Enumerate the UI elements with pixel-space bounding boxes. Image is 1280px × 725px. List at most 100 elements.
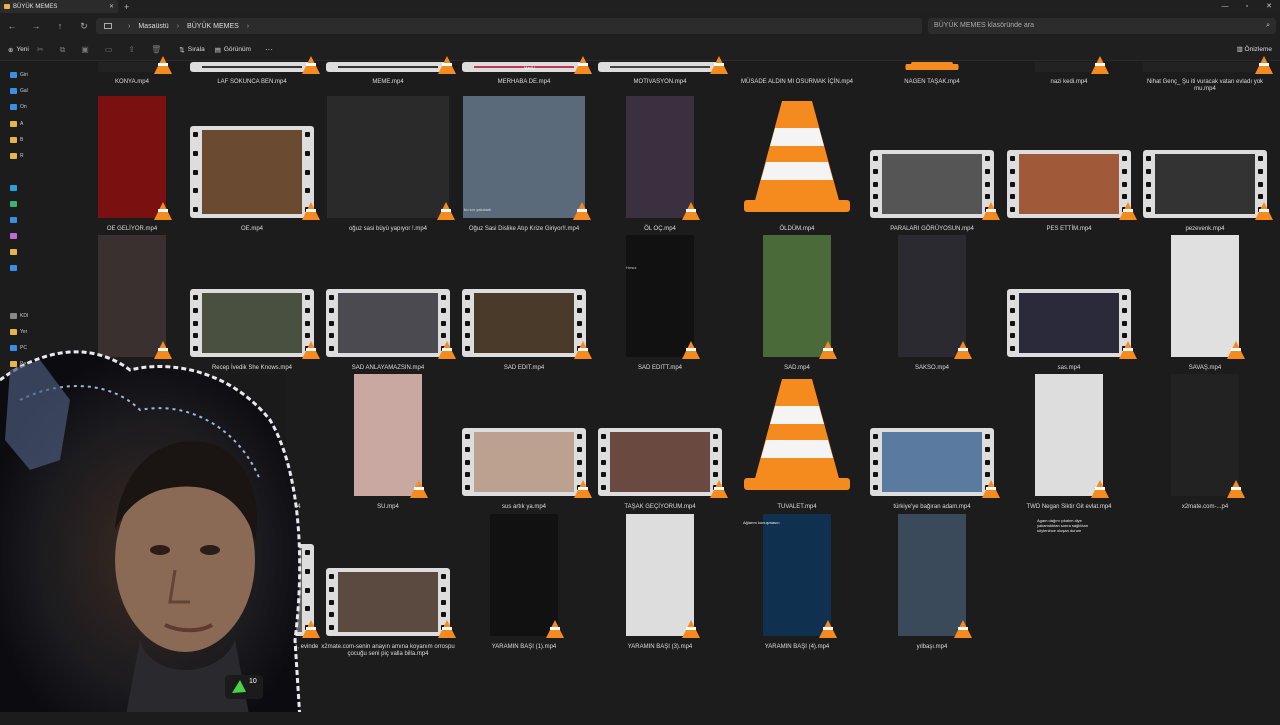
video-thumbnail [598,428,722,496]
video-thumbnail [870,428,994,496]
tab-buyuk-memes[interactable]: BÜYÜK MEMES ✕ [0,0,118,13]
video-thumbnail [898,235,966,357]
video-thumbnail [490,514,558,636]
file-name: MÜSADE ALDIN MI OSURMAK İÇİN.mp4 [740,79,854,85]
film-strip-holes [305,132,311,212]
preview-icon: ▥ [1236,46,1243,53]
folder-icon [10,88,17,94]
sidebar-item[interactable] [0,228,20,244]
delete-icon[interactable]: 🗑 [151,45,161,54]
file-name: SU.mp4 [377,504,399,510]
close-window-button[interactable]: ✕ [1258,0,1280,13]
sidebar-item[interactable]: Giri [0,67,28,83]
new-button[interactable]: Yeni [16,46,28,53]
view-button[interactable]: Görünüm [224,46,251,53]
breadcrumb-desktop[interactable]: Masaüstü [138,23,168,30]
chevron-right-icon: › [128,22,131,30]
sidebar-item[interactable]: KDI [0,308,28,324]
file-name: Nihat Genç_ Şu iti vuracak vatan evladı … [1146,79,1264,92]
title-bar: BÜYÜK MEMES ✕ + — ▫ ✕ [0,0,1280,13]
sidebar-item[interactable] [0,244,20,260]
sidebar-item[interactable]: B [0,132,23,148]
file-name: TWD Negan Siktir Git evlat.mp4 [1026,504,1112,510]
new-tab-button[interactable]: + [124,2,129,12]
sort-button[interactable]: Sırala [188,46,205,53]
thumbnail-caption: Agam dağım çıkalım diye yakamdıktan sonr… [1037,518,1088,533]
back-icon[interactable]: ← [0,21,24,31]
video-thumbnail [1143,62,1267,72]
cut-icon[interactable]: ✂ [37,45,44,54]
folder-icon [4,4,10,9]
vlc-cone-icon [1119,202,1137,220]
file-name: Oğuz Sasi Dislike Atıp Krize Giriyor!!.m… [468,226,580,232]
thumbnail-frame [882,154,982,214]
thumbnail-frame [202,66,302,68]
sidebar-item[interactable]: A [0,116,23,132]
vlc-cone-icon [438,620,456,638]
vlc-cone-icon [682,202,700,220]
breadcrumb[interactable]: › Masaüstü › BÜYÜK MEMES › [96,18,922,34]
sidebar-item[interactable] [0,180,20,196]
file-name: TUVALET.mp4 [777,504,817,510]
sidebar-item-label: R [20,153,24,159]
vlc-cone-icon [154,56,172,74]
film-strip-holes [1146,156,1152,212]
thumbnail-caption: Hırsız [626,265,637,270]
thumbnail-frame [338,572,438,632]
maximize-button[interactable]: ▫ [1236,0,1258,13]
film-strip-holes [465,434,471,490]
file-name: SAD EDITT.mp4 [637,365,682,371]
up-icon[interactable]: ↑ [48,21,72,31]
copy-icon[interactable]: ⧉ [60,45,66,55]
search-input[interactable]: BÜYÜK MEMES klasöründe ara ⌕ [928,18,1276,34]
video-thumbnail [870,150,994,218]
video-thumbnail [626,514,694,636]
search-icon: ⌕ [1266,22,1270,29]
thumbnail-caption: bu sırı yakaladı [464,207,492,212]
sidebar-item[interactable]: Gal [0,83,28,99]
video-thumbnail [354,374,422,496]
file-name: TAŞAK GEÇİYORUM.mp4 [624,504,696,510]
sidebar-item[interactable]: On [0,99,27,115]
minimize-button[interactable]: — [1214,0,1236,13]
file-name: yılbaşı.mp4 [916,644,948,650]
more-options-button[interactable]: ··· [265,45,273,54]
folder-icon [10,153,17,159]
thumbnail-frame [338,293,438,353]
film-strip-holes [193,132,199,212]
paste-icon[interactable]: ▣ [81,45,89,54]
address-bar: ← → ↑ ↻ › Masaüstü › BÜYÜK MEMES › BÜYÜK… [0,13,1280,39]
sidebar-item[interactable]: R [0,148,24,164]
file-name: SAD.mp4 [784,365,810,371]
sidebar-item[interactable] [0,212,20,228]
vlc-cone-icon [1091,480,1109,498]
sidebar-item-label: B [20,137,24,143]
rename-icon[interactable]: ▭ [105,45,113,54]
file-name: oğuz sasi büyü yapıyor !.mp4 [348,226,428,232]
sidebar-item-label: Giri [20,72,28,78]
preview-pane-button[interactable]: ▥ Önizleme [1237,45,1272,53]
file-name: OE GELİYOR.mp4 [106,226,158,232]
video-thumbnail [763,514,831,636]
vlc-cone-icon [744,101,850,212]
vlc-cone-icon [302,56,320,74]
sidebar-item[interactable] [0,260,20,276]
folder-icon [10,121,17,127]
breadcrumb-folder[interactable]: BÜYÜK MEMES [187,23,239,30]
share-icon[interactable]: ⇪ [128,45,135,54]
vlc-cone-icon [573,202,591,220]
forward-icon[interactable]: → [24,21,48,31]
sidebar-item-label: Yer [20,329,28,335]
sidebar-item[interactable]: Yer [0,324,27,340]
vlc-cone-icon [574,341,592,359]
folder-icon [10,233,17,239]
thumbnail-frame [1019,154,1119,214]
sidebar-item[interactable] [0,196,20,212]
sort-icon: ⇅ [179,46,185,54]
file-name: PARALARI GÖRÜYOSUN.mp4 [890,226,974,232]
video-thumbnail [98,96,166,218]
refresh-icon[interactable]: ↻ [72,21,96,32]
search-placeholder: BÜYÜK MEMES klasöründe ara [934,22,1034,29]
video-thumbnail [626,235,694,357]
close-tab-icon[interactable]: ✕ [109,3,114,10]
